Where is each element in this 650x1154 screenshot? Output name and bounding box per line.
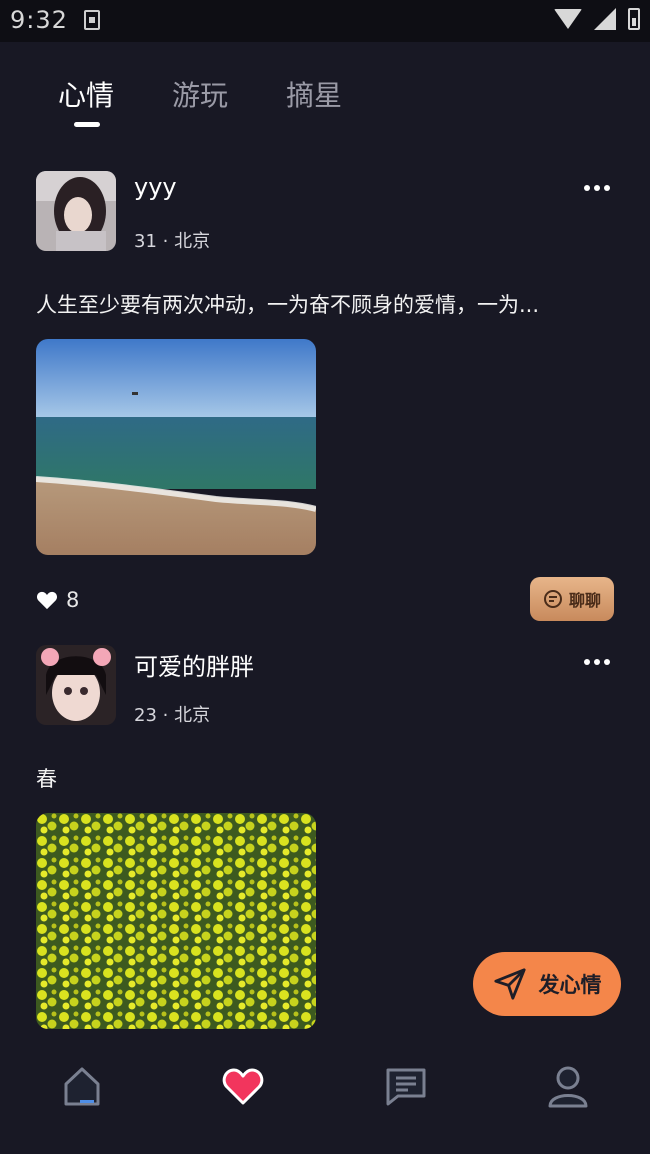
tab-play[interactable]: 游玩 [172,74,228,114]
more-options-icon[interactable] [584,179,610,197]
send-icon [493,968,526,1000]
post-mood-button[interactable]: 发心情 [473,952,621,1016]
profile-icon [548,1066,588,1108]
top-tabs: 心情 游玩 摘星 [58,74,400,114]
post-username[interactable]: 可爱的胖胖 [134,647,254,682]
status-icons [554,8,640,30]
nav-home[interactable] [60,1064,104,1108]
nav-mood[interactable] [221,1064,265,1108]
tab-stars[interactable]: 摘星 [286,74,342,114]
signal-icon [594,8,616,30]
chat-bubble-icon [543,590,562,608]
more-options-icon[interactable] [584,653,610,671]
like-button[interactable]: 8 [36,588,79,612]
post-text: 春 [36,767,57,791]
notification-icon [84,10,100,30]
post-username[interactable]: yyy [134,173,177,201]
avatar[interactable] [36,645,116,725]
status-bar: 9:32 [0,0,650,42]
avatar[interactable] [36,171,116,251]
post-meta: 31 · 北京 [134,231,211,252]
status-time: 9:32 [10,6,68,34]
chat-button[interactable]: 聊聊 [530,577,614,621]
wifi-icon [554,9,582,29]
chat-button-label: 聊聊 [568,591,601,610]
tab-indicator [74,122,100,127]
bottom-nav [0,1048,650,1154]
battery-icon [628,8,640,30]
nav-messages[interactable] [384,1064,428,1108]
heart-icon [36,591,58,610]
post-text: 人生至少要有两次冲动，一为奋不顾身的爱情，一为... [36,293,540,317]
like-count: 8 [66,588,80,612]
heart-icon [222,1068,264,1105]
home-icon [64,1067,100,1106]
post-photo[interactable] [36,813,316,1029]
post-photo[interactable] [36,339,316,555]
post-card: yyy 31 · 北京 人生至少要有两次冲动，一为奋不顾身的爱情，一为... [36,171,616,571]
post-mood-label: 发心情 [538,973,602,997]
message-icon [386,1068,426,1106]
tab-mood[interactable]: 心情 [58,74,114,114]
nav-profile[interactable] [546,1064,590,1108]
post-meta: 23 · 北京 [134,705,211,726]
